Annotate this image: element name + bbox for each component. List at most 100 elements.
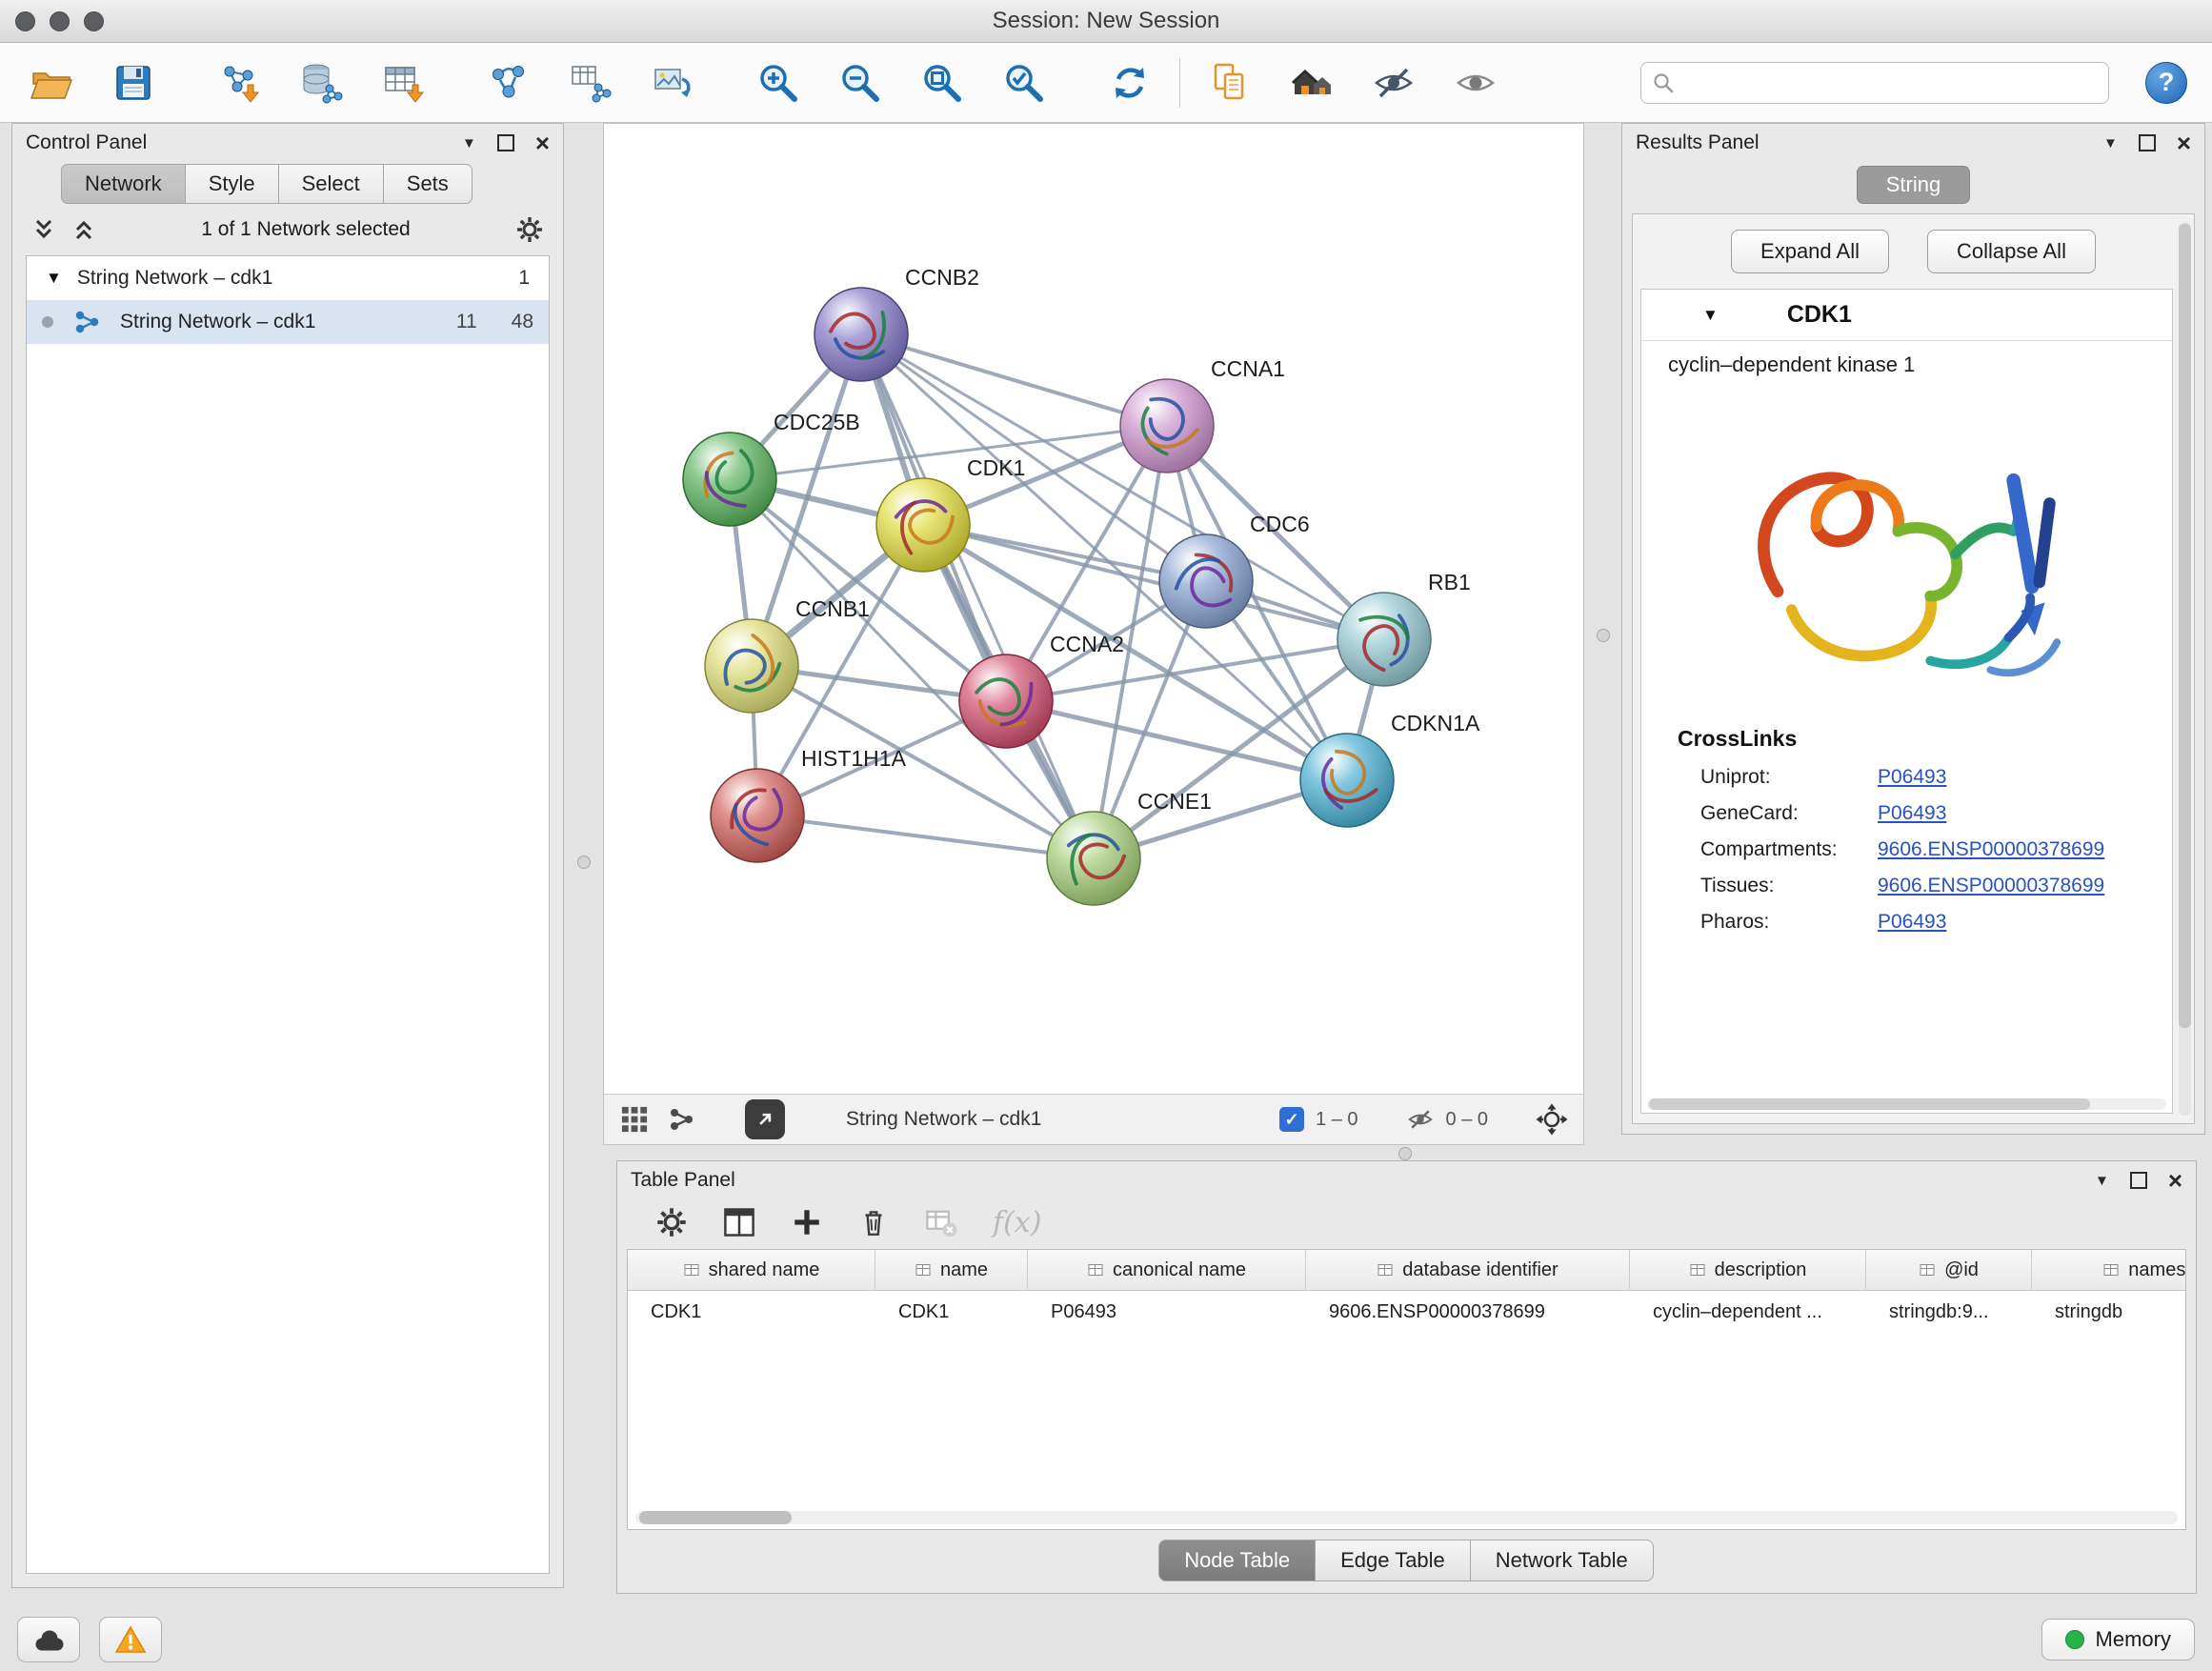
tab-select[interactable]: Select [278, 164, 384, 204]
home-layouts-button[interactable] [1285, 56, 1338, 110]
node-CCNB2[interactable] [814, 288, 908, 381]
cloud-status-button[interactable] [17, 1617, 80, 1662]
table-horizontal-scrollbar[interactable] [635, 1511, 2178, 1524]
open-in-new-window-button[interactable] [745, 1099, 785, 1139]
panel-float-icon[interactable] [2139, 134, 2156, 151]
node-CDC6[interactable] [1159, 534, 1253, 628]
panel-menu-icon[interactable]: ▼ [2103, 135, 2118, 151]
fit-selection-crosshair-icon[interactable] [1536, 1103, 1568, 1136]
node-CDC25B[interactable] [683, 433, 776, 526]
network-canvas[interactable]: CCNB2CCNA1CDC25BCDK1CDC6RB1CCNB1CCNA2CDK… [604, 124, 1583, 1094]
column-header-shared-name[interactable]: shared name [628, 1250, 875, 1290]
minimize-window-button[interactable] [50, 11, 70, 31]
share-network-icon[interactable] [667, 1105, 695, 1134]
crosslink-value[interactable]: 9606.ENSP00000378699 [1878, 838, 2104, 861]
node-CCNA1[interactable] [1120, 379, 1214, 473]
table-row[interactable]: CDK1CDK1P064939606.ENSP00000378699cyclin… [628, 1291, 2186, 1333]
column-header-canonical-name[interactable]: canonical name [1028, 1250, 1306, 1290]
search-input[interactable] [1683, 70, 2097, 94]
import-network-database-button[interactable] [294, 56, 348, 110]
import-table-button[interactable] [376, 56, 430, 110]
edge-HIST1H1A-CCNE1[interactable] [757, 815, 1094, 858]
tab-network-table[interactable]: Network Table [1470, 1540, 1654, 1581]
network-table-button[interactable] [564, 56, 617, 110]
panel-menu-icon[interactable]: ▼ [2095, 1173, 2109, 1189]
crosslink-value[interactable]: P06493 [1878, 802, 1946, 825]
zoom-window-button[interactable] [84, 11, 104, 31]
show-columns-icon[interactable] [722, 1205, 756, 1239]
network-collection-row[interactable]: ▼ String Network – cdk1 1 [27, 256, 549, 300]
hidden-eye-slash-icon[interactable] [1406, 1105, 1435, 1134]
node-HIST1H1A[interactable] [711, 769, 804, 862]
column-header-namespace[interactable]: namespace [2032, 1250, 2186, 1290]
panel-menu-icon[interactable]: ▼ [462, 135, 476, 151]
export-image-button[interactable] [646, 56, 699, 110]
network-row[interactable]: String Network – cdk1 11 48 [27, 300, 549, 344]
edge-CCNA2-CDKN1A[interactable] [1006, 701, 1347, 780]
results-vertical-scrollbar[interactable] [2179, 222, 2191, 1116]
table-cell[interactable]: cyclin–dependent ... [1630, 1291, 1866, 1333]
delete-column-trash-icon[interactable] [857, 1206, 890, 1238]
zoom-selected-button[interactable] [997, 56, 1051, 110]
section-disclosure-icon[interactable]: ▼ [1702, 306, 1719, 325]
tab-network[interactable]: Network [61, 164, 186, 204]
table-cell[interactable]: stringdb:9... [1866, 1291, 2032, 1333]
left-splitter-handle[interactable] [577, 856, 591, 869]
zoom-in-button[interactable] [752, 56, 805, 110]
new-network-button[interactable] [482, 56, 535, 110]
hide-selected-button[interactable] [1367, 56, 1420, 110]
crosslink-value[interactable]: 9606.ENSP00000378699 [1878, 875, 2104, 897]
column-header--id[interactable]: @id [1866, 1250, 2032, 1290]
close-window-button[interactable] [15, 11, 35, 31]
crosslink-value[interactable]: P06493 [1878, 911, 1946, 934]
section-horizontal-scrollbar[interactable] [1647, 1098, 2166, 1110]
table-settings-gear-icon[interactable] [655, 1206, 688, 1238]
memory-button[interactable]: Memory [2041, 1619, 2195, 1661]
node-CCNA2[interactable] [959, 654, 1053, 748]
add-column-plus-icon[interactable] [791, 1206, 823, 1238]
toolbar-search[interactable] [1640, 62, 2109, 104]
table-cell[interactable]: CDK1 [875, 1291, 1028, 1333]
crosslink-value[interactable]: P06493 [1878, 766, 1946, 789]
help-button[interactable]: ? [2145, 62, 2187, 104]
table-cell[interactable]: 9606.ENSP00000378699 [1306, 1291, 1630, 1333]
expand-all-button[interactable]: Expand All [1731, 230, 1889, 273]
network-options-gear-icon[interactable] [515, 215, 544, 244]
expand-all-icon[interactable] [71, 217, 96, 242]
panel-float-icon[interactable] [2130, 1172, 2147, 1189]
network-graph[interactable]: CCNB2CCNA1CDC25BCDK1CDC6RB1CCNB1CCNA2CDK… [604, 124, 1583, 1094]
panel-close-icon[interactable]: × [2168, 1171, 2182, 1190]
zoom-out-button[interactable] [834, 56, 887, 110]
tab-node-table[interactable]: Node Table [1158, 1540, 1316, 1581]
show-all-button[interactable] [1449, 56, 1502, 110]
node-CCNE1[interactable] [1047, 812, 1140, 905]
table-cell[interactable]: stringdb [2032, 1291, 2186, 1333]
node-CDK1[interactable] [876, 478, 970, 572]
tab-sets[interactable]: Sets [383, 164, 473, 204]
tab-style[interactable]: Style [185, 164, 279, 204]
table-cell[interactable]: P06493 [1028, 1291, 1306, 1333]
panel-close-icon[interactable]: × [2177, 133, 2191, 152]
table-cell[interactable]: CDK1 [628, 1291, 875, 1333]
copy-button[interactable] [1203, 56, 1257, 110]
panel-float-icon[interactable] [497, 134, 514, 151]
column-header-description[interactable]: description [1630, 1250, 1866, 1290]
zoom-fit-button[interactable] [915, 56, 969, 110]
warnings-button[interactable] [99, 1617, 162, 1662]
column-header-name[interactable]: name [875, 1250, 1028, 1290]
column-header-database-identifier[interactable]: database identifier [1306, 1250, 1630, 1290]
node-RB1[interactable] [1337, 593, 1431, 686]
save-session-button[interactable] [107, 56, 160, 110]
refresh-button[interactable] [1103, 56, 1156, 110]
right-splitter-handle[interactable] [1597, 629, 1610, 642]
node-CCNB1[interactable] [705, 619, 798, 713]
disclosure-triangle-icon[interactable]: ▼ [46, 269, 62, 288]
import-network-file-button[interactable] [212, 56, 266, 110]
selected-checkbox-icon[interactable]: ✓ [1279, 1107, 1304, 1132]
edge-CCNB2-CCNA1[interactable] [861, 334, 1167, 426]
tab-edge-table[interactable]: Edge Table [1315, 1540, 1471, 1581]
collapse-all-icon[interactable] [31, 217, 56, 242]
open-session-button[interactable] [25, 56, 78, 110]
panel-close-icon[interactable]: × [535, 133, 550, 152]
node-CDKN1A[interactable] [1300, 734, 1394, 827]
